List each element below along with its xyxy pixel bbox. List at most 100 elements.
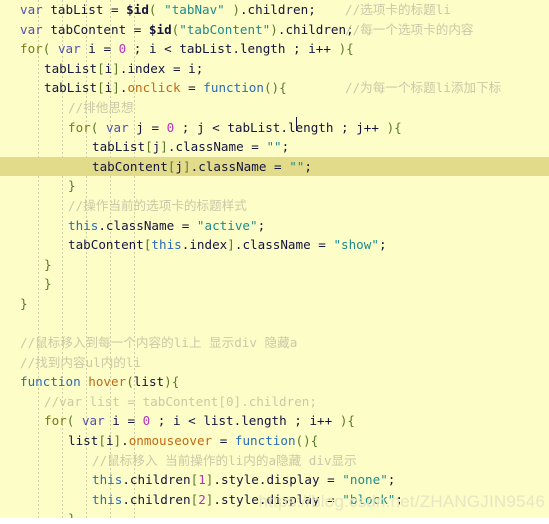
bottom-edge-strip: [0, 518, 549, 524]
token-com: //操作当前的选项卡的标题样式: [68, 197, 247, 213]
token-brc: ): [232, 2, 240, 17]
token-id: j: [175, 158, 184, 174]
token-op: ;: [150, 413, 173, 429]
code-line-list[interactable]: var tabList = $id( "tabNav" ).children; /…: [0, 0, 549, 518]
code-line-content: //鼠标移入到每一个内容的li上 显示div 隐藏a: [20, 335, 297, 350]
token-str: "tabContent": [179, 21, 271, 37]
code-line[interactable]: tabList[j].className = "";: [0, 137, 549, 157]
code-line[interactable]: }: [0, 176, 549, 196]
code-line[interactable]: }: [0, 255, 549, 275]
token-id: list.length: [203, 413, 287, 429]
code-line[interactable]: //操作当前的选项卡的标题样式: [0, 196, 549, 216]
code-line[interactable]: tabList[i].index = i;: [0, 59, 549, 79]
code-line[interactable]: tabList[i].onclick = function(){//为每一个标题…: [0, 78, 549, 98]
token-id: tabContent: [68, 237, 144, 253]
token-brc: }: [44, 276, 52, 292]
code-line[interactable]: [0, 314, 549, 334]
token-com: //var list = tabContent[0].children;: [44, 393, 317, 409]
code-line[interactable]: //找到内容ul内的li: [0, 353, 549, 373]
token-kwv: var: [57, 41, 81, 57]
token-brc: [: [98, 433, 106, 449]
token-brc: ]: [183, 158, 191, 174]
token-str: "active": [196, 217, 258, 233]
code-line[interactable]: tabContent[this.index].className = "show…: [0, 235, 549, 255]
code-line-content: for( var j = 0 ; j < tabList.length ; j+…: [20, 120, 402, 135]
token-op: ;: [378, 237, 387, 253]
token-op: ;: [285, 41, 309, 57]
token-id: .children: [239, 2, 309, 17]
code-editor-surface[interactable]: var tabList = $id( "tabNav" ).children; /…: [0, 0, 549, 518]
token-op: =: [212, 433, 235, 449]
code-line[interactable]: list[i].onmouseover = function(){: [0, 431, 549, 451]
code-line-content: for( var i = 0 ; i < tabList.length ; i+…: [20, 41, 354, 56]
code-line[interactable]: }: [0, 274, 549, 294]
token-op: [379, 120, 387, 135]
token-brc: ]: [112, 80, 120, 96]
token-op: =: [310, 237, 334, 253]
token-com: //鼠标移入到每一个内容的li上 显示div 隐藏a: [20, 335, 298, 351]
code-line[interactable]: for( var i = 0 ; i < list.length ; i++ )…: [0, 411, 549, 431]
token-op: =: [103, 2, 127, 17]
token-op: =: [174, 217, 197, 233]
token-id: i++: [309, 413, 333, 429]
token-id: j++: [356, 119, 379, 135]
code-line-content: }: [20, 257, 52, 272]
code-line[interactable]: //鼠标移入到每一个内容的li上 显示div 隐藏a: [0, 333, 549, 353]
code-line-active[interactable]: tabContent[j].className = "";: [0, 156, 549, 177]
code-line[interactable]: for( var j = 0 ; j < tabList.length ; j+…: [0, 118, 549, 138]
token-num: 1: [198, 472, 206, 488]
code-line[interactable]: for( var i = 0 ; i < tabList.length ; i+…: [0, 39, 549, 59]
code-line[interactable]: }: [0, 509, 549, 518]
token-brc: ): [270, 21, 278, 37]
token-str: "block": [342, 491, 396, 507]
code-line-content: var tabContent = $id("tabContent").child…: [20, 22, 354, 37]
token-id: .className: [167, 139, 244, 155]
code-line[interactable]: var tabContent = $id("tabContent").child…: [0, 20, 549, 40]
token-com: //排他思想: [68, 99, 134, 115]
token-brc: }: [68, 178, 76, 194]
token-op: <: [156, 41, 180, 57]
token-kwv: var: [81, 413, 105, 429]
token-id: .className: [190, 158, 267, 174]
token-id: tabList: [92, 139, 146, 155]
code-line-content: }: [20, 296, 28, 311]
code-line[interactable]: //排他思想: [0, 98, 549, 118]
token-id: i: [105, 433, 114, 449]
token-kwv: var: [20, 2, 43, 17]
token-op: =: [243, 139, 267, 155]
code-line[interactable]: this.className = "active";: [0, 216, 549, 236]
code-line-content: //排他思想: [20, 100, 134, 115]
code-line[interactable]: //鼠标移入 当前操作的li内的a隐藏 div显示: [0, 451, 549, 471]
token-brc: }: [20, 295, 28, 311]
token-op: [331, 41, 339, 56]
token-id: tabList: [44, 80, 98, 96]
code-line-content: tabList[i].index = i;: [20, 61, 203, 76]
token-kw: for: [20, 41, 43, 57]
code-line-content: //鼠标移入 当前操作的li内的a隐藏 div显示: [20, 453, 357, 468]
code-line[interactable]: this.children[2].style.display = "block"…: [0, 490, 549, 510]
token-str: "": [289, 158, 305, 174]
token-id: tabList.length: [227, 119, 334, 135]
token-op: ;: [174, 119, 197, 135]
code-line-content: }: [20, 276, 52, 291]
code-line[interactable]: function hover(list){: [0, 372, 549, 392]
token-kwf: function: [203, 80, 264, 96]
token-id: list: [68, 433, 99, 449]
code-line[interactable]: var tabList = $id( "tabNav" ).children; /…: [0, 0, 549, 20]
token-id: i++: [308, 41, 331, 57]
code-line-content: tabContent[this.index].className = "show…: [20, 237, 387, 252]
token-op: =: [180, 80, 204, 96]
token-op: =: [266, 158, 290, 174]
token-fn: onmouseover: [128, 433, 213, 449]
token-brc: ){: [164, 374, 180, 390]
token-kwf: function: [20, 374, 81, 390]
token-kwf: this: [68, 217, 99, 233]
token-id: tabList.length: [179, 41, 286, 57]
code-line-content: function hover(list){: [20, 374, 179, 389]
token-id: .className: [234, 237, 311, 253]
code-line[interactable]: //var list = tabContent[0].children;: [0, 392, 549, 412]
text-caret: [296, 117, 297, 131]
trailing-comment-0: //选项卡的标题li: [345, 2, 451, 17]
code-line[interactable]: this.children[1].style.display = "none";: [0, 470, 549, 490]
code-line[interactable]: }: [0, 294, 549, 314]
